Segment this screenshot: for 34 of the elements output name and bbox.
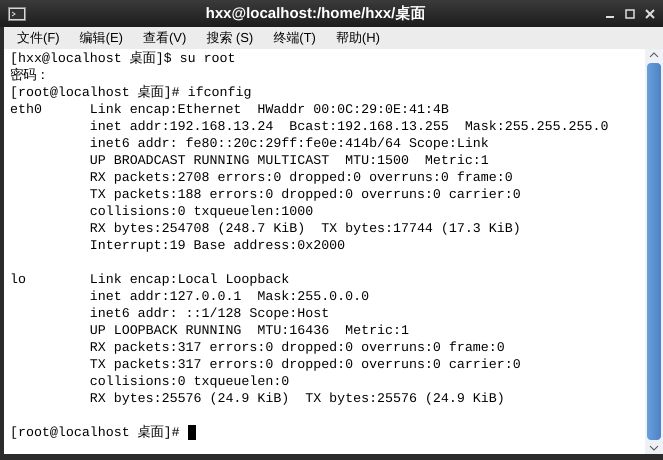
terminal-line: inet6 addr: ::1/128 Scope:Host <box>88 305 330 322</box>
terminal-line: collisions:0 txqueuelen:1000 <box>88 203 314 220</box>
scrollbar[interactable] <box>645 49 663 454</box>
menu-item[interactable]: 搜索 (S) <box>206 28 254 48</box>
terminal-line: UP BROADCAST RUNNING MULTICAST MTU:1500 Metric:1 <box>88 152 489 169</box>
terminal-line: [hxx@localhost 桌面]$ su root <box>10 50 236 67</box>
close-icon[interactable] <box>645 8 655 18</box>
window-title: hxx@localhost:/home/hxx/桌面 <box>206 4 426 22</box>
terminal-line: [root@localhost 桌面]# ifconfig <box>10 84 252 101</box>
menu-item[interactable]: 帮助(H) <box>336 28 380 48</box>
terminal-line: eth0 Link encap:Ethernet HWaddr 00:0C:29:0E:41:4B <box>10 101 449 118</box>
terminal-line: RX bytes:254708 (248.7 KiB) TX bytes:17744 (17.3 KiB) <box>88 220 521 237</box>
terminal-line: TX packets:317 errors:0 dropped:0 overruns:0 carrier:0 <box>88 356 521 373</box>
maximize-icon[interactable] <box>625 8 635 18</box>
terminal-line: UP LOOPBACK RUNNING MTU:16436 Metric:1 <box>88 322 409 339</box>
menu-item[interactable]: 终端(T) <box>273 28 316 48</box>
terminal-line: inet addr:127.0.0.1 Mask:255.0.0.0 <box>88 288 370 305</box>
terminal-line: RX packets:2708 errors:0 dropped:0 overruns:0 frame:0 <box>88 169 513 186</box>
terminal-line: collisions:0 txqueuelen:0 <box>88 373 290 390</box>
text-cursor <box>188 425 196 440</box>
terminal-line: lo Link encap:Local Loopback <box>10 271 290 288</box>
scroll-thumb[interactable] <box>647 63 661 440</box>
terminal-icon <box>8 6 26 20</box>
terminal-line: 密码： <box>10 67 49 84</box>
menu-item[interactable]: 编辑(E) <box>80 28 123 48</box>
shell-prompt: [root@localhost 桌面]# <box>10 424 180 441</box>
menu-item[interactable]: 查看(V) <box>142 28 186 48</box>
terminal-line: TX packets:188 errors:0 dropped:0 overruns:0 carrier:0 <box>88 186 521 203</box>
terminal-line: RX bytes:25576 (24.9 KiB) TX bytes:25576 (24.9 KiB) <box>88 390 505 407</box>
terminal-line: RX packets:317 errors:0 dropped:0 overruns:0 frame:0 <box>88 339 505 356</box>
terminal-line: inet6 addr: fe80::20c:29ff:fe0e:414b/64 Scope:Link <box>88 135 489 152</box>
menu-item[interactable]: 文件(F) <box>17 28 60 48</box>
terminal-line: Interrupt:19 Base address:0x2000 <box>88 237 346 254</box>
terminal-line: inet addr:192.168.13.24 Bcast:192.168.13.255 Mask:255.255.255.0 <box>88 118 608 135</box>
